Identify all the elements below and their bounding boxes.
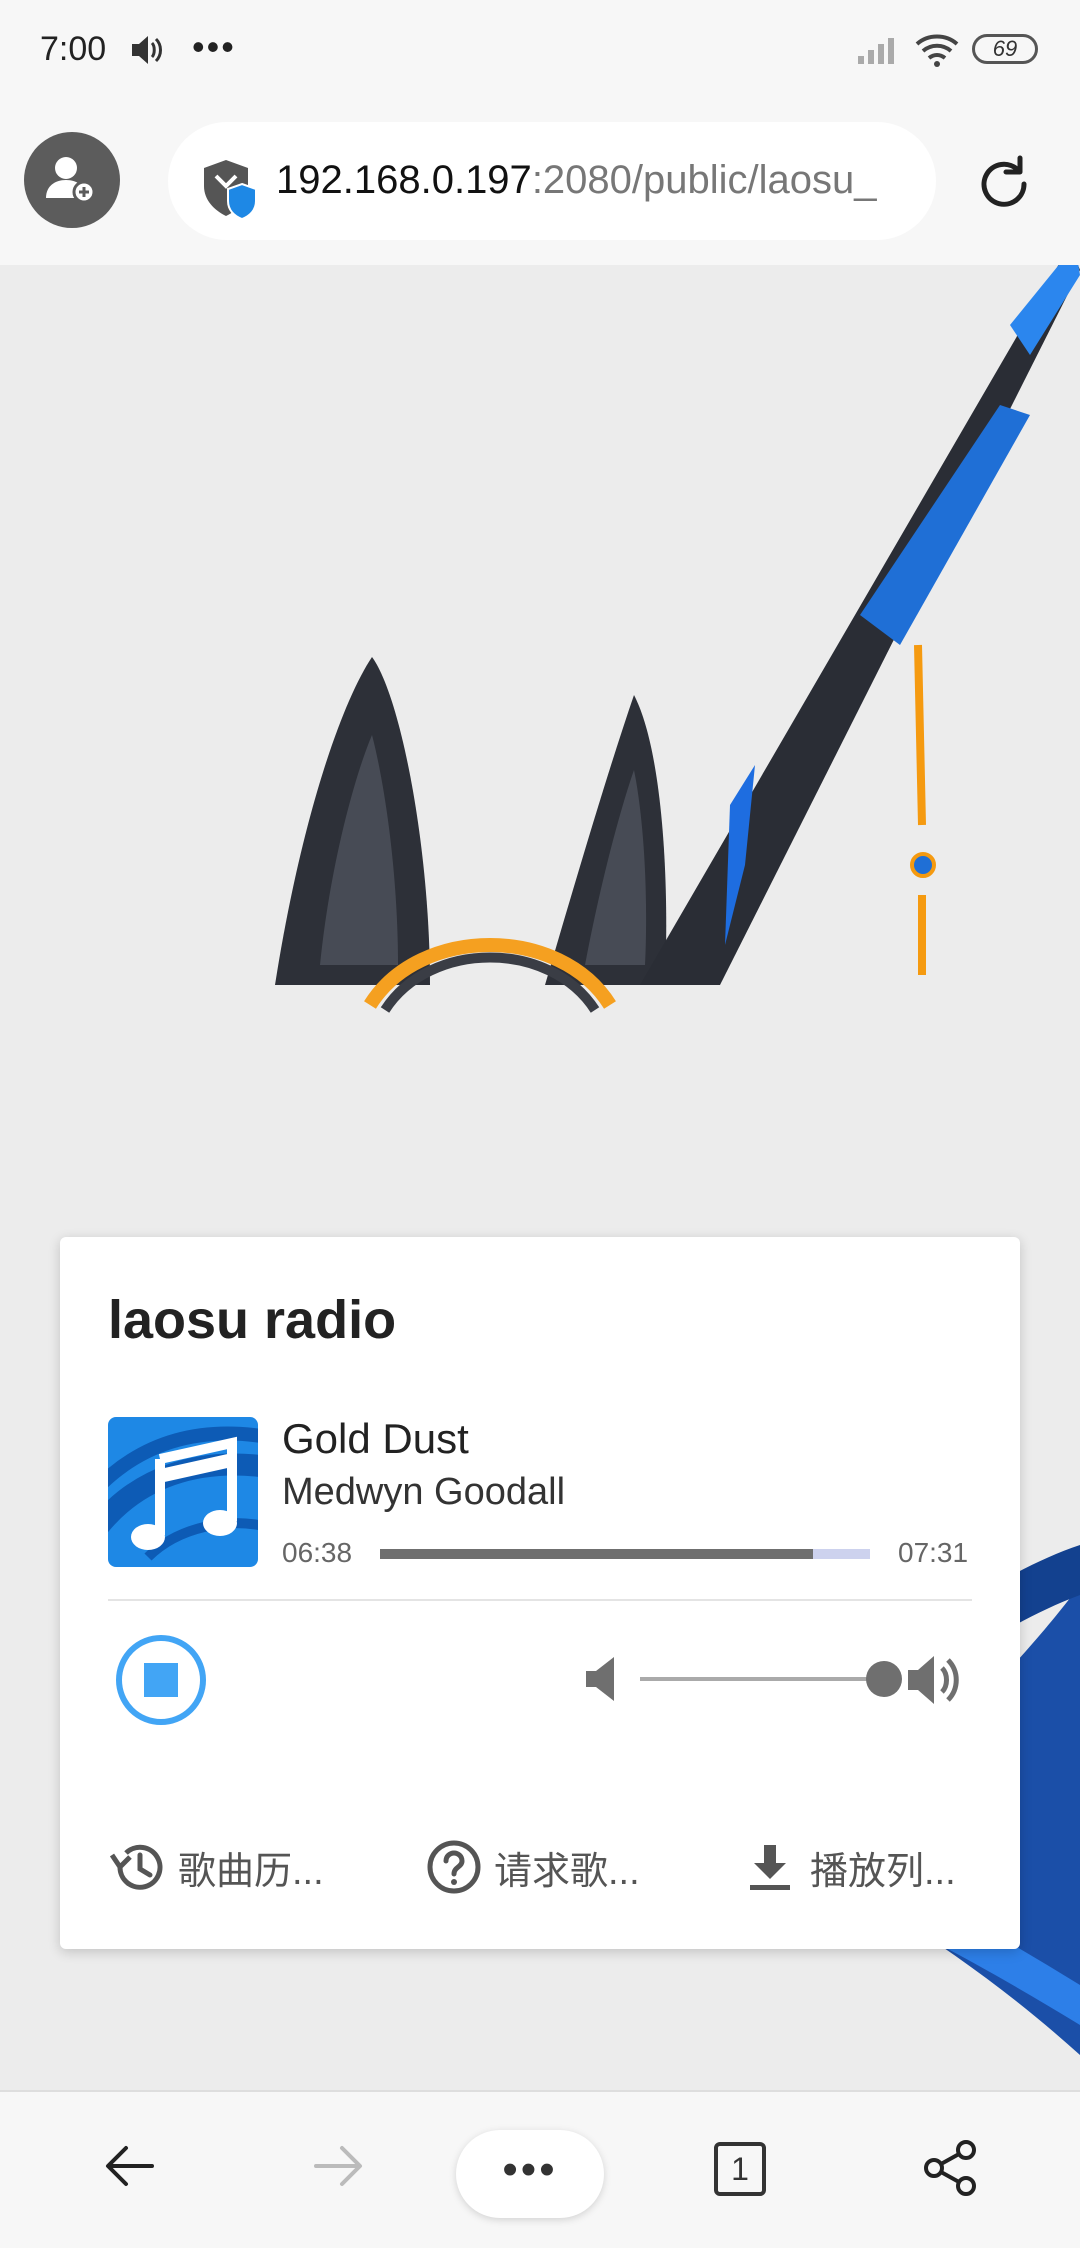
song-history-label: 歌曲历... bbox=[178, 1850, 324, 1893]
battery-icon: 69 bbox=[972, 34, 1038, 64]
progress-fill bbox=[380, 1549, 813, 1559]
music-note-icon bbox=[108, 1417, 258, 1567]
total-time: 07:31 bbox=[898, 1537, 969, 1568]
reload-icon[interactable] bbox=[974, 154, 1034, 219]
address-bar[interactable]: 192.168.0.197:2080/public/laosu_ bbox=[168, 122, 936, 240]
url-host: 192.168.0.197 bbox=[276, 158, 532, 202]
divider bbox=[108, 1599, 972, 1601]
volume-icon bbox=[130, 34, 166, 71]
status-time: 7:00 bbox=[40, 30, 107, 68]
volume-slider[interactable] bbox=[640, 1677, 880, 1681]
url-path: :2080/public/laosu_ bbox=[531, 158, 877, 202]
stop-icon bbox=[116, 1635, 206, 1725]
shield-icon[interactable] bbox=[202, 158, 262, 225]
playlist-button[interactable]: 播放列... bbox=[740, 1835, 956, 1899]
wifi-icon bbox=[915, 34, 959, 73]
album-cover bbox=[108, 1417, 258, 1567]
download-icon bbox=[750, 1845, 790, 1890]
forward-arrow-icon[interactable] bbox=[310, 2138, 366, 2199]
share-icon[interactable] bbox=[920, 2138, 980, 2203]
back-arrow-icon[interactable] bbox=[102, 2138, 158, 2199]
track-title: Gold Dust bbox=[282, 1415, 469, 1462]
volume-max-icon[interactable] bbox=[906, 1651, 964, 1714]
radio-player-card: laosu radio Gold Dust Medwyn Goodall 06:… bbox=[60, 1237, 1020, 1949]
url-text: 192.168.0.197:2080/public/laosu_ bbox=[276, 158, 918, 203]
volume-mute-icon[interactable] bbox=[584, 1655, 618, 1708]
status-bar: 7:00 ••• 69 bbox=[0, 0, 1080, 110]
browser-bottom-nav: ••• 1 bbox=[0, 2090, 1080, 2248]
more-icon[interactable]: ••• bbox=[456, 2130, 604, 2218]
tabs-icon[interactable]: 1 bbox=[714, 2142, 766, 2196]
signal-icon bbox=[858, 34, 902, 71]
add-user-button[interactable] bbox=[24, 132, 120, 228]
page-content: laosu radio Gold Dust Medwyn Goodall 06:… bbox=[0, 265, 1080, 2090]
request-song-label: 请求歌... bbox=[494, 1850, 640, 1893]
station-title: laosu radio bbox=[108, 1290, 397, 1350]
playlist-label: 播放列... bbox=[810, 1850, 956, 1893]
track-artist: Medwyn Goodall bbox=[282, 1471, 566, 1513]
progress-bar[interactable] bbox=[380, 1549, 870, 1559]
help-icon bbox=[427, 1840, 481, 1894]
stop-button[interactable] bbox=[114, 1633, 208, 1727]
add-user-icon bbox=[46, 157, 96, 204]
request-song-button[interactable]: 请求歌... bbox=[424, 1835, 640, 1899]
elapsed-time: 06:38 bbox=[282, 1537, 353, 1568]
volume-slider-handle[interactable] bbox=[866, 1661, 902, 1697]
history-icon bbox=[109, 1844, 163, 1890]
status-more: ••• bbox=[192, 26, 236, 67]
browser-toolbar: 192.168.0.197:2080/public/laosu_ bbox=[0, 110, 1080, 265]
song-history-button[interactable]: 歌曲历... bbox=[108, 1835, 324, 1899]
